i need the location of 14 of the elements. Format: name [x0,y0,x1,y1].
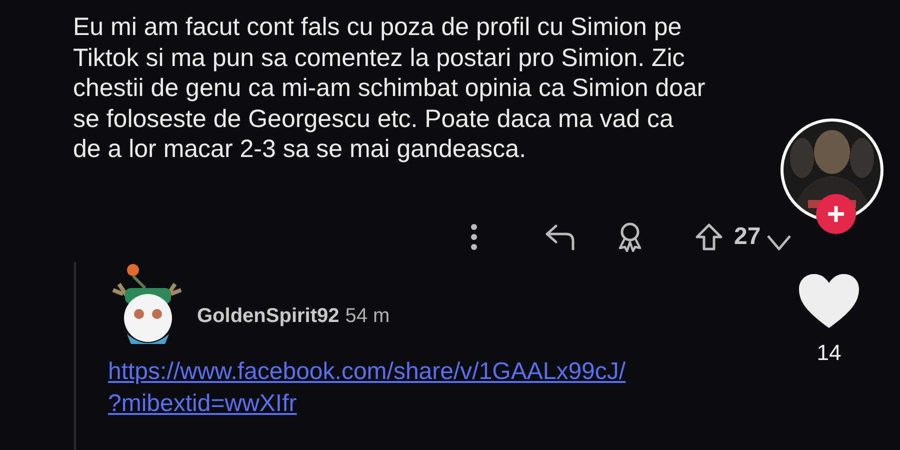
downvote-icon[interactable] [764,233,793,253]
vote-count: 27 [734,223,761,251]
username[interactable]: GoldenSpirit92 [197,304,340,328]
award-icon[interactable] [616,222,644,252]
more-icon[interactable] [470,223,478,251]
reply-icon[interactable] [544,223,576,251]
plus-icon [826,204,846,224]
like-icon[interactable] [797,272,861,330]
like-count: 14 [816,340,842,366]
upvote-icon[interactable] [694,222,724,252]
timestamp: 54 m [345,304,390,328]
follow-button[interactable] [816,194,856,234]
comment-text: Eu mi am facut cont fals cu poza de profil cu Simion pe Tiktok si ma pun sa comentez la postari pro Simion. Zic chestii de genu ca mi-am schimbat opinia ca Simion doar se foloseste de Georgescu etc. Poate daca ma vad ca de a lor macar 2-3 sa se mai gandeasca. [73,12,706,164]
facebook-link[interactable]: https://www.facebook.com/share/v/1GAALx99cJ/ ?mibextid=wwXIfr [108,356,626,420]
